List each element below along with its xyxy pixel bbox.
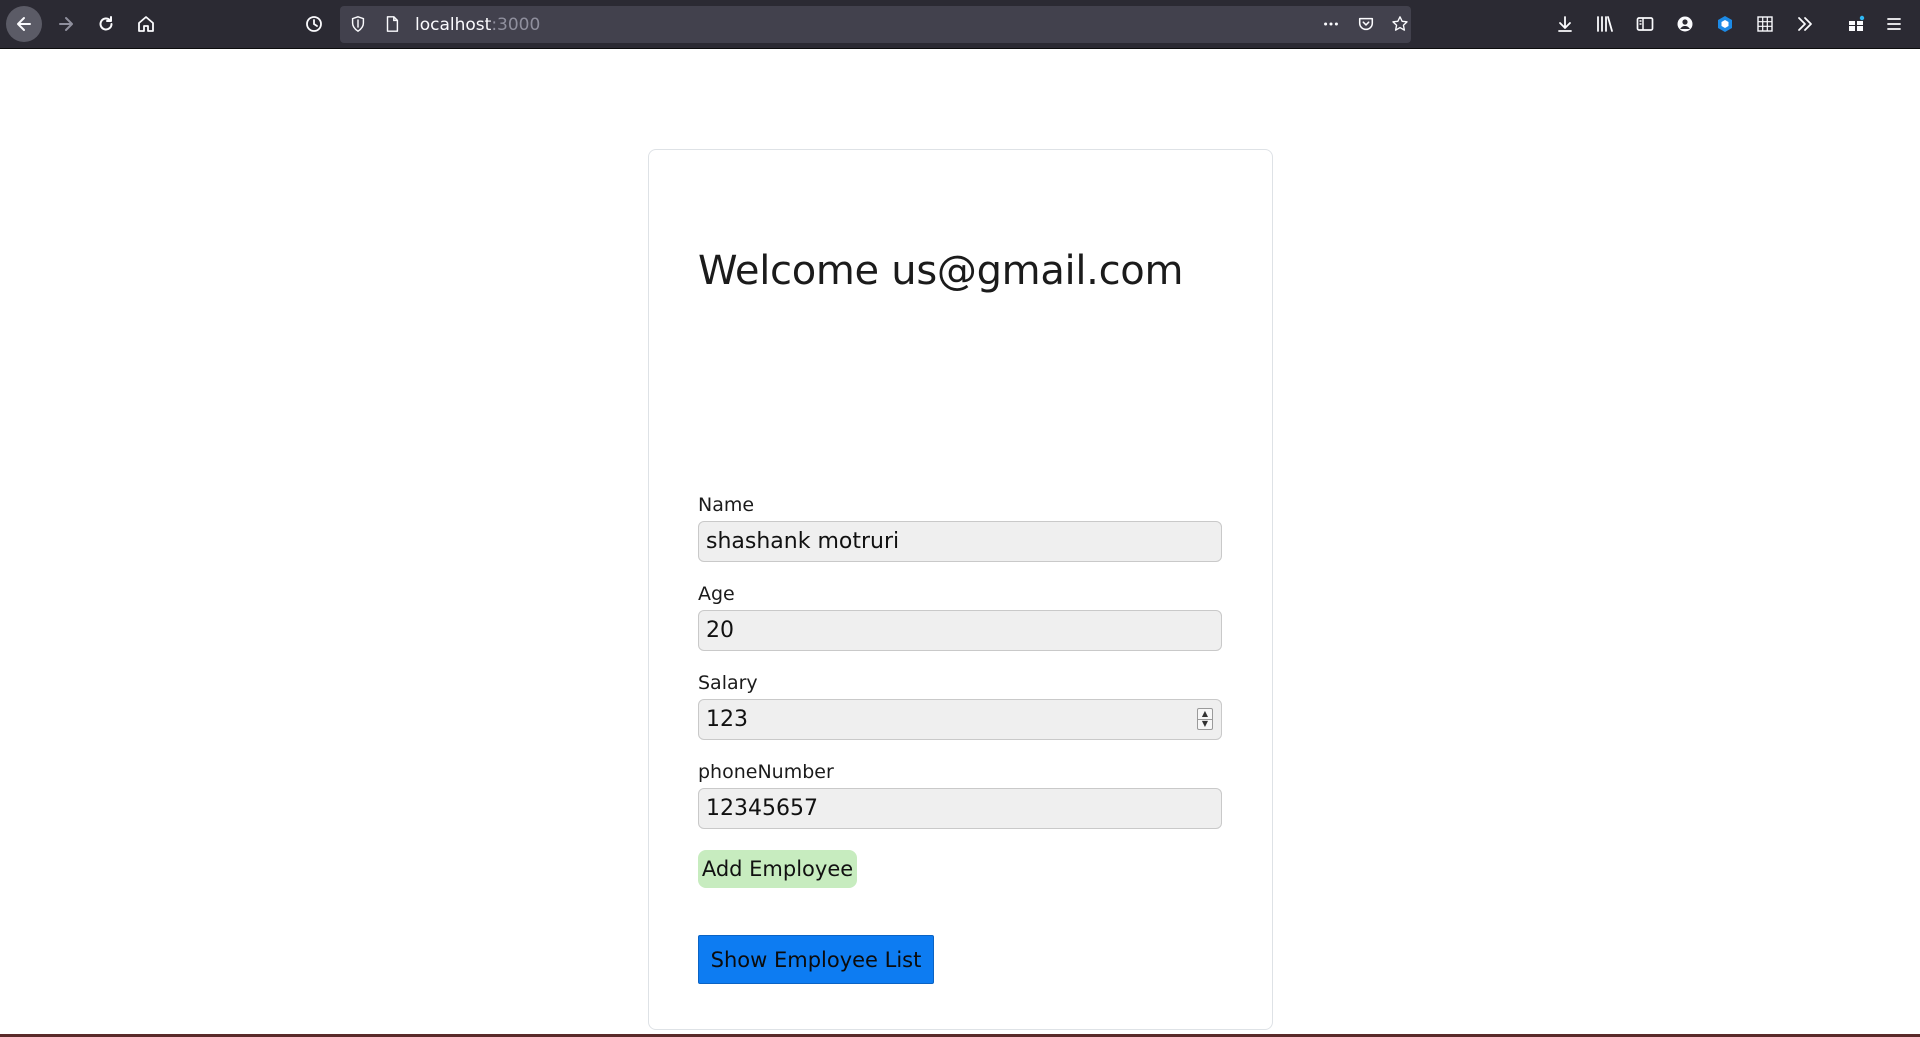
add-employee-button[interactable]: Add Employee	[698, 850, 857, 888]
url-text[interactable]: localhost:3000	[415, 15, 540, 35]
puzzle-icon	[1849, 15, 1865, 31]
hamburger-menu-icon	[1887, 18, 1901, 30]
url-port: :3000	[491, 15, 541, 35]
library-icon	[1597, 16, 1613, 32]
page-icon	[386, 16, 399, 32]
name-input-value: shashank motruri	[706, 529, 900, 554]
library-button[interactable]	[1587, 6, 1623, 42]
account-icon	[1677, 16, 1693, 32]
home-button[interactable]	[128, 6, 164, 42]
site-info-button[interactable]	[382, 14, 402, 34]
back-button[interactable]	[6, 6, 42, 42]
downloads-button[interactable]	[1547, 6, 1583, 42]
page-actions-button[interactable]	[1321, 14, 1341, 34]
grid-button[interactable]	[1747, 6, 1783, 42]
salary-spinner[interactable]: ▲ ▼	[1197, 708, 1213, 730]
reload-button[interactable]	[88, 6, 124, 42]
sidebar-icon	[1636, 17, 1654, 31]
pocket-button[interactable]	[1356, 14, 1376, 34]
download-icon	[1558, 16, 1572, 32]
age-input[interactable]: 20	[698, 610, 1222, 651]
extensions-button[interactable]	[1838, 6, 1874, 42]
spinner-up-icon[interactable]: ▲	[1198, 709, 1212, 719]
name-input[interactable]: shashank motruri	[698, 521, 1222, 562]
shield-icon	[351, 16, 365, 33]
account-button[interactable]	[1667, 6, 1703, 42]
salary-label: Salary	[698, 672, 758, 694]
history-clock-icon	[306, 16, 322, 32]
age-label: Age	[698, 583, 735, 605]
url-host: localhost	[415, 15, 492, 35]
spinner-down-icon[interactable]: ▼	[1198, 718, 1212, 730]
name-label: Name	[698, 494, 755, 516]
welcome-heading: Welcome us@gmail.com	[698, 248, 1184, 294]
app-menu-button[interactable]	[1876, 6, 1912, 42]
pocket-icon	[1358, 17, 1374, 31]
grid-icon	[1757, 16, 1773, 32]
sidebar-button[interactable]	[1627, 6, 1663, 42]
show-employee-list-button[interactable]: Show Employee List	[698, 935, 934, 984]
reload-icon	[99, 16, 113, 31]
chevrons-right-icon	[1798, 17, 1812, 31]
forward-arrow-icon	[59, 17, 73, 31]
phone-number-input[interactable]: 12345657	[698, 788, 1222, 829]
tracking-protection-button[interactable]	[348, 14, 368, 34]
extension-button[interactable]	[1707, 6, 1743, 42]
age-input-value: 20	[706, 618, 734, 643]
overflow-button[interactable]	[1787, 6, 1823, 42]
extension-icon	[1718, 16, 1732, 32]
history-button[interactable]	[296, 6, 332, 42]
phone-number-label: phoneNumber	[698, 761, 834, 783]
more-dots-icon	[1324, 22, 1338, 26]
home-icon	[138, 16, 154, 32]
forward-button[interactable]	[48, 6, 84, 42]
phone-number-input-value: 12345657	[706, 796, 818, 821]
bookmark-star-button[interactable]	[1390, 14, 1410, 34]
url-bar[interactable]: localhost:3000	[340, 6, 1411, 43]
star-icon	[1392, 16, 1408, 31]
browser-toolbar: localhost:3000	[0, 0, 1920, 49]
back-arrow-icon	[17, 17, 31, 31]
salary-input[interactable]: 123 ▲ ▼	[698, 699, 1222, 740]
salary-input-value: 123	[706, 707, 748, 732]
